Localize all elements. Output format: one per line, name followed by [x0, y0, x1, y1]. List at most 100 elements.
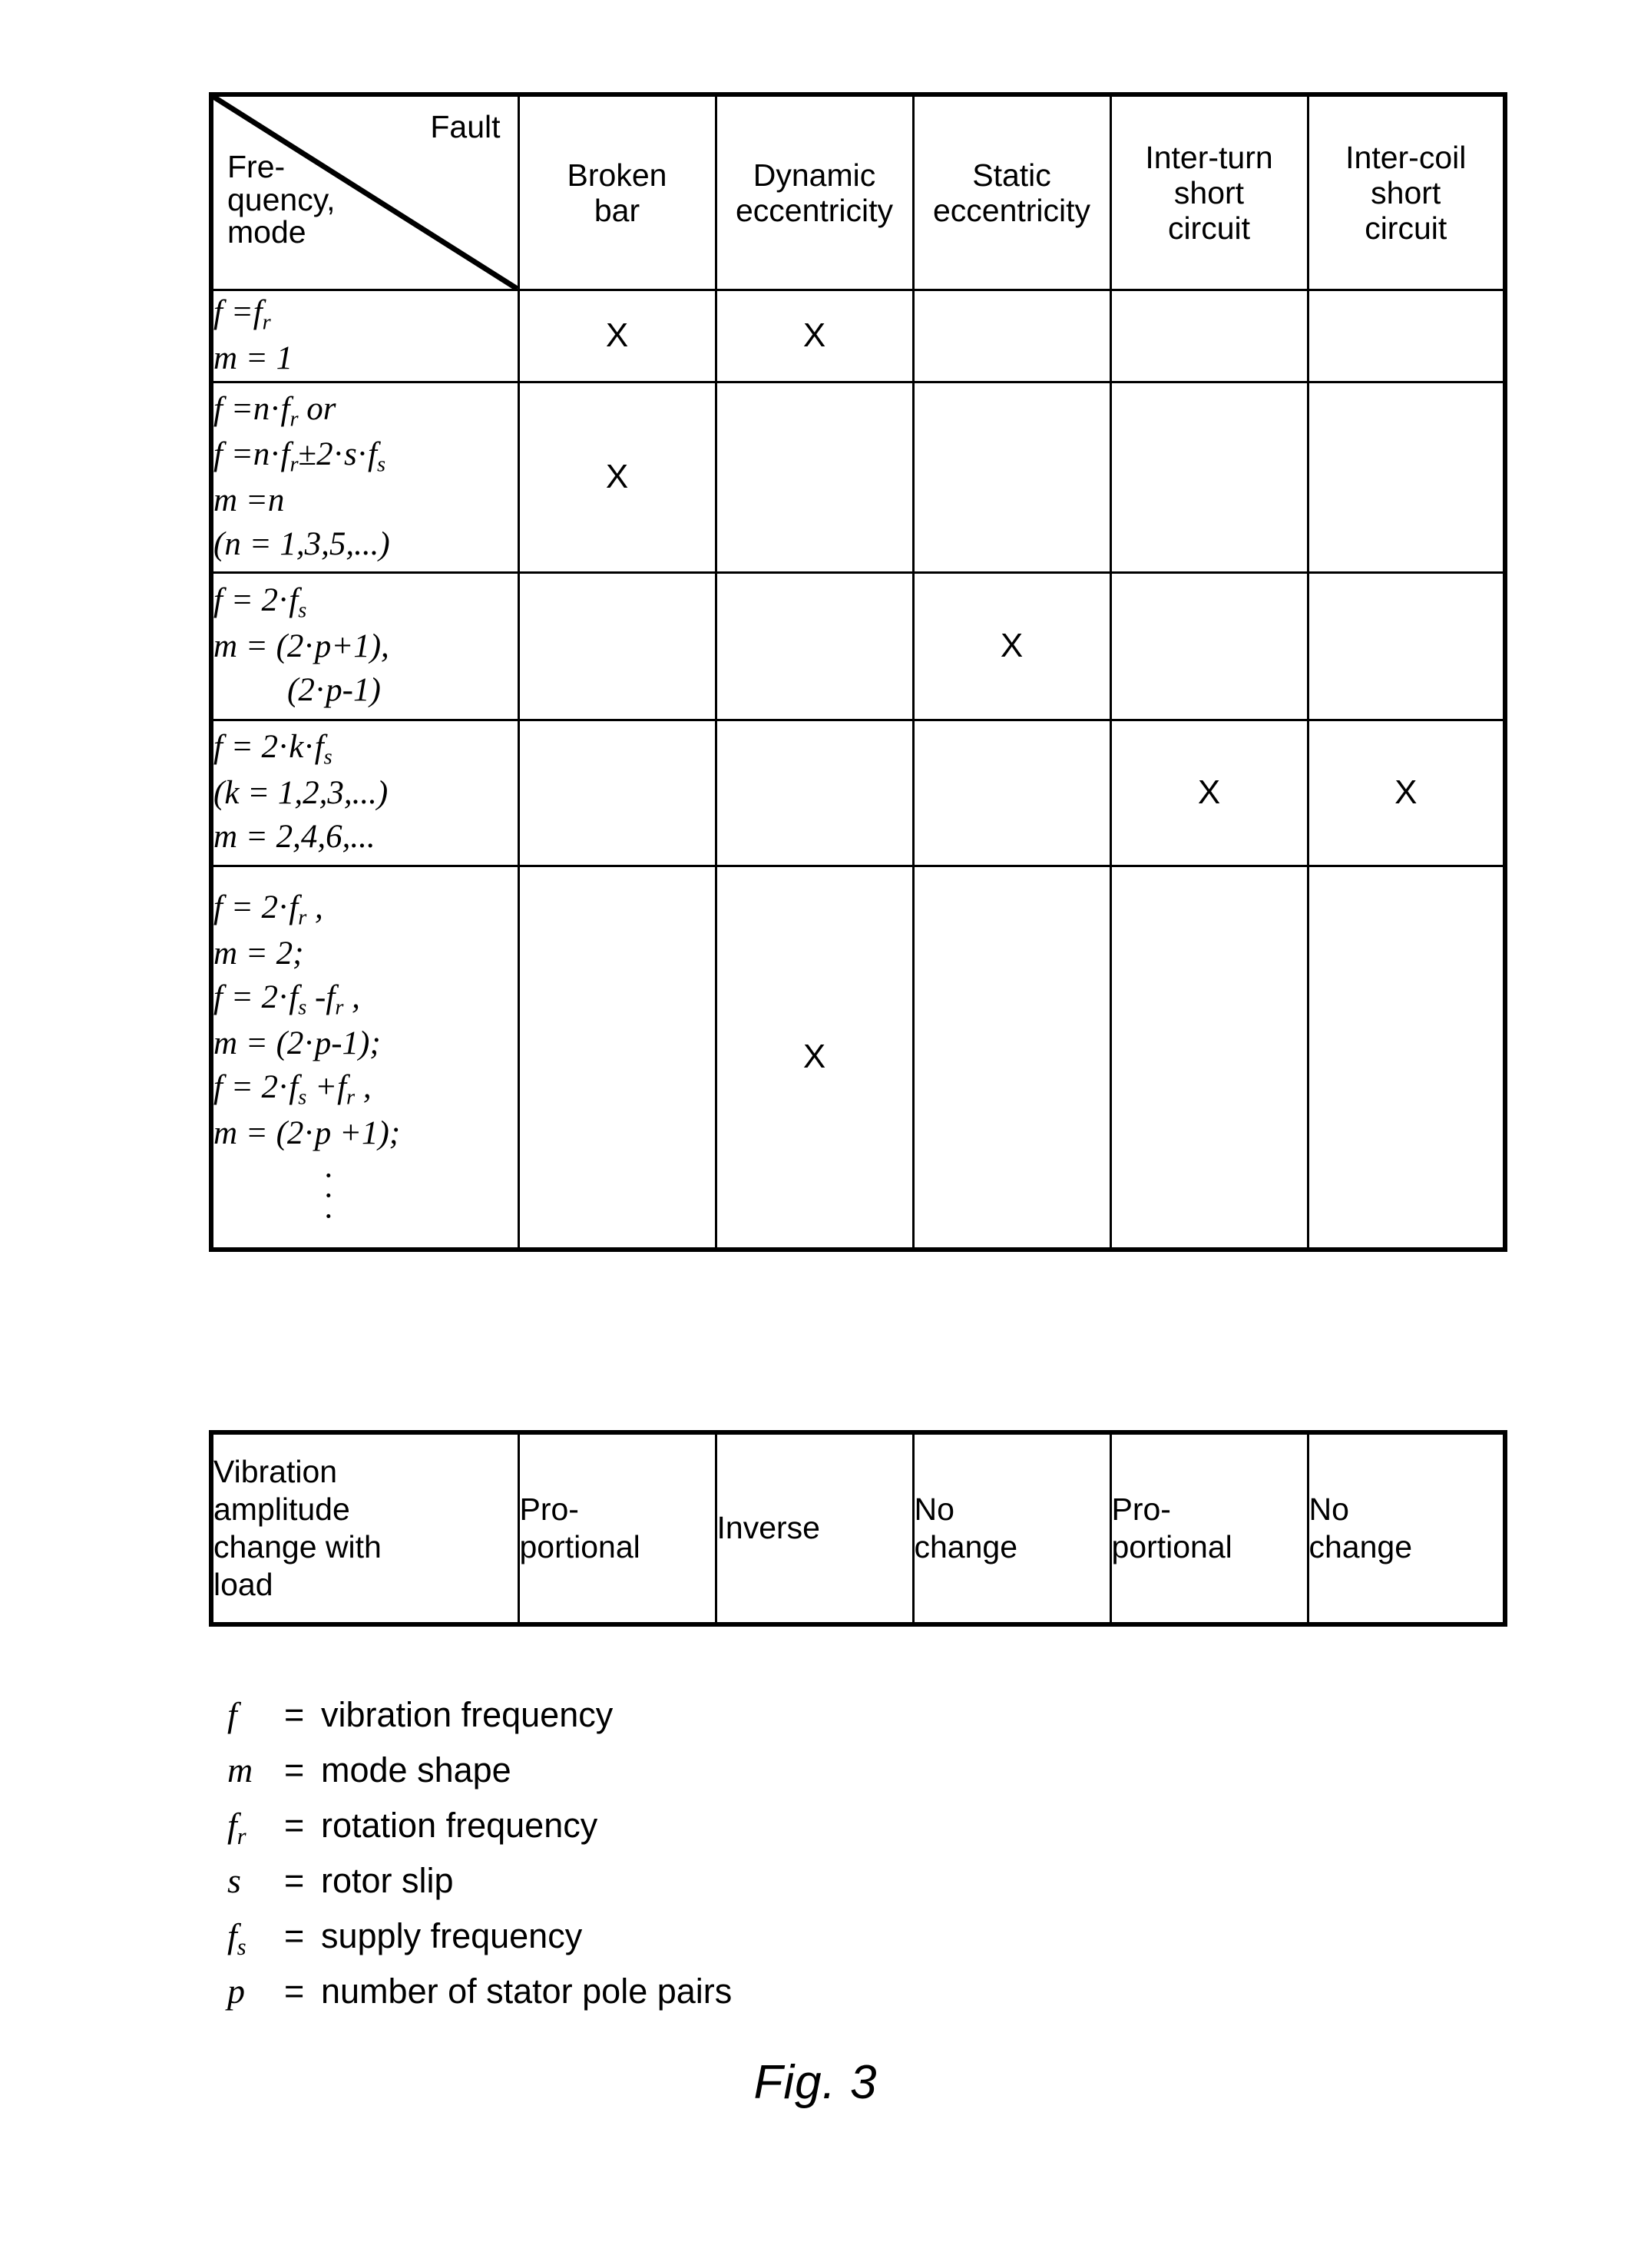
summary-value-line1: No: [914, 1491, 954, 1527]
cell-r2-static-eccentricity: [911, 380, 1112, 574]
column-header-inter-turn-short-circuit: Inter-turn short circuit: [1109, 92, 1309, 291]
table-row: f = 2·fs m = (2·p+1), (2·p-1) X: [209, 571, 1507, 721]
header-line-3: circuit: [1365, 210, 1447, 247]
legend-equals: =: [284, 1916, 305, 1955]
cell-r3-inter-coil: [1306, 571, 1507, 721]
formula-line: m = 1: [213, 339, 293, 376]
formula-line: f = 2·fs: [213, 582, 307, 623]
table-header-row: Fault Fre- quency, mode Broken bar Dynam…: [209, 92, 1507, 291]
cell-r2-dynamic-eccentricity: [714, 380, 915, 574]
cell-r2-inter-coil: [1306, 380, 1507, 574]
table-row: f =n·fr or f =n·fr±2·s·fs m =n (n = 1,3,…: [209, 380, 1507, 574]
vibration-amplitude-summary-table: Vibration amplitude change with load Pro…: [209, 1430, 1507, 1627]
cell-r2-broken-bar: X: [517, 380, 717, 574]
cell-r3-dynamic-eccentricity: [714, 571, 915, 721]
column-header-dynamic-eccentricity: Dynamic eccentricity: [714, 92, 915, 291]
cell-r1-static-eccentricity: [911, 289, 1112, 383]
formula-line: m = (2·p+1),: [213, 628, 389, 665]
summary-cell-inter-coil: No change: [1306, 1430, 1507, 1627]
legend-equals: =: [284, 1695, 305, 1734]
row-formula-cell-2: f =n·fr or f =n·fr±2·s·fs m =n (n = 1,3,…: [209, 380, 520, 574]
table-row: f = 2·k·fs (k = 1,2,3,...) m = 2,4,6,...…: [209, 718, 1507, 867]
cell-r5-static-eccentricity: [911, 864, 1112, 1253]
summary-value-line2: portional: [519, 1529, 640, 1564]
cell-r4-inter-coil: X: [1306, 718, 1507, 867]
summary-row-label: Vibration amplitude change with load: [209, 1430, 520, 1627]
summary-value-line2: change: [1308, 1529, 1413, 1564]
header-line-1: Broken: [567, 157, 667, 193]
summary-value-line2: change: [914, 1529, 1018, 1564]
header-corner-cell: Fault Fre- quency, mode: [209, 92, 520, 291]
summary-cell-static-eccentricity: No change: [911, 1430, 1112, 1627]
legend-item: m = mode shape: [227, 1750, 1072, 1805]
header-line-2: short: [1371, 174, 1441, 210]
summary-value-line1: No: [1308, 1491, 1349, 1527]
summary-label-line3: change with: [213, 1529, 382, 1564]
header-line-1: Dynamic: [753, 157, 876, 193]
legend-definition: mode shape: [321, 1750, 511, 1790]
column-axis-label: Fault: [430, 109, 501, 144]
legend-symbol: fs: [227, 1916, 246, 1961]
formula-line: m = (2·p +1);: [213, 1114, 401, 1151]
vertical-ellipsis-icon: · · ·: [323, 1157, 334, 1235]
row-axis-label-line2: quency,: [227, 181, 336, 217]
legend-definition: supply frequency: [321, 1916, 583, 1955]
summary-label-line1: Vibration: [213, 1453, 338, 1489]
legend-symbol: s: [227, 1861, 241, 1900]
cell-r2-inter-turn: [1109, 380, 1309, 574]
cell-r1-broken-bar: X: [517, 289, 717, 383]
formula-line: (2·p-1): [287, 672, 381, 709]
header-line-2: short: [1173, 174, 1245, 210]
cell-r3-broken-bar: [517, 571, 717, 721]
cell-r5-inter-coil: [1306, 864, 1507, 1253]
header-line-2: eccentricity: [932, 193, 1091, 228]
cell-r5-inter-turn: [1109, 864, 1309, 1253]
row-formula-cell-5: f = 2·fr , m = 2; f = 2·fs -fr , m = (2·…: [209, 864, 520, 1253]
header-line-2: eccentricity: [735, 193, 894, 228]
summary-value-line1: Pro-: [519, 1491, 579, 1527]
formula-line: (n = 1,3,5,...): [213, 526, 390, 563]
summary-label-line4: load: [213, 1567, 273, 1603]
legend-definition: rotor slip: [321, 1861, 454, 1900]
formula-line: m = (2·p-1);: [213, 1025, 381, 1062]
column-header-static-eccentricity: Static eccentricity: [911, 92, 1112, 291]
legend-symbol: m: [227, 1750, 253, 1790]
row-axis-label-line3: mode: [227, 214, 306, 250]
table-row: Vibration amplitude change with load Pro…: [209, 1430, 1507, 1627]
header-line-1: Inter-turn: [1145, 139, 1273, 175]
cell-r4-inter-turn: X: [1109, 718, 1309, 867]
formula-line: f = 2·k·fs: [213, 729, 332, 770]
header-line-1: Inter-coil: [1345, 139, 1467, 175]
figure-caption: Fig. 3: [753, 2056, 878, 2109]
row-axis-label-line1: Fre-: [227, 149, 286, 184]
summary-cell-dynamic-eccentricity: Inverse: [714, 1430, 915, 1627]
formula-line: m =n: [213, 482, 285, 519]
cell-r1-inter-turn: [1109, 289, 1309, 383]
cell-r4-static-eccentricity: [911, 718, 1112, 867]
legend-symbol: f: [227, 1695, 237, 1734]
legend-item: fr = rotation frequency: [227, 1805, 1072, 1860]
cell-r3-inter-turn: [1109, 571, 1309, 721]
formula-line: f =fr: [213, 294, 271, 335]
row-formula-cell-3: f = 2·fs m = (2·p+1), (2·p-1): [209, 571, 520, 721]
formula-line: m = 2,4,6,...: [213, 819, 375, 856]
summary-cell-broken-bar: Pro- portional: [517, 1430, 717, 1627]
formula-line: f = 2·fr ,: [213, 889, 323, 930]
legend-equals: =: [284, 1861, 305, 1900]
cell-r1-inter-coil: [1306, 289, 1507, 383]
row-axis-label: Fre- quency, mode: [227, 151, 336, 249]
cell-r3-static-eccentricity: X: [911, 571, 1112, 721]
cell-r5-dynamic-eccentricity: X: [714, 864, 915, 1253]
cell-r4-broken-bar: [517, 718, 717, 867]
legend-equals: =: [284, 1972, 305, 2011]
header-line-1: Static: [972, 157, 1051, 193]
cell-r5-broken-bar: [517, 864, 717, 1253]
fault-frequency-matrix-table: Fault Fre- quency, mode Broken bar Dynam…: [209, 92, 1507, 1253]
formula-line: f =n·fr or: [213, 390, 336, 432]
row-formula-cell-4: f = 2·k·fs (k = 1,2,3,...) m = 2,4,6,...: [209, 718, 520, 867]
header-line-3: circuit: [1167, 210, 1251, 247]
summary-cell-inter-turn: Pro- portional: [1109, 1430, 1309, 1627]
summary-value-line2: portional: [1111, 1529, 1232, 1564]
legend-item: p = number of stator pole pairs: [227, 1971, 1072, 2026]
legend-equals: =: [284, 1750, 305, 1790]
